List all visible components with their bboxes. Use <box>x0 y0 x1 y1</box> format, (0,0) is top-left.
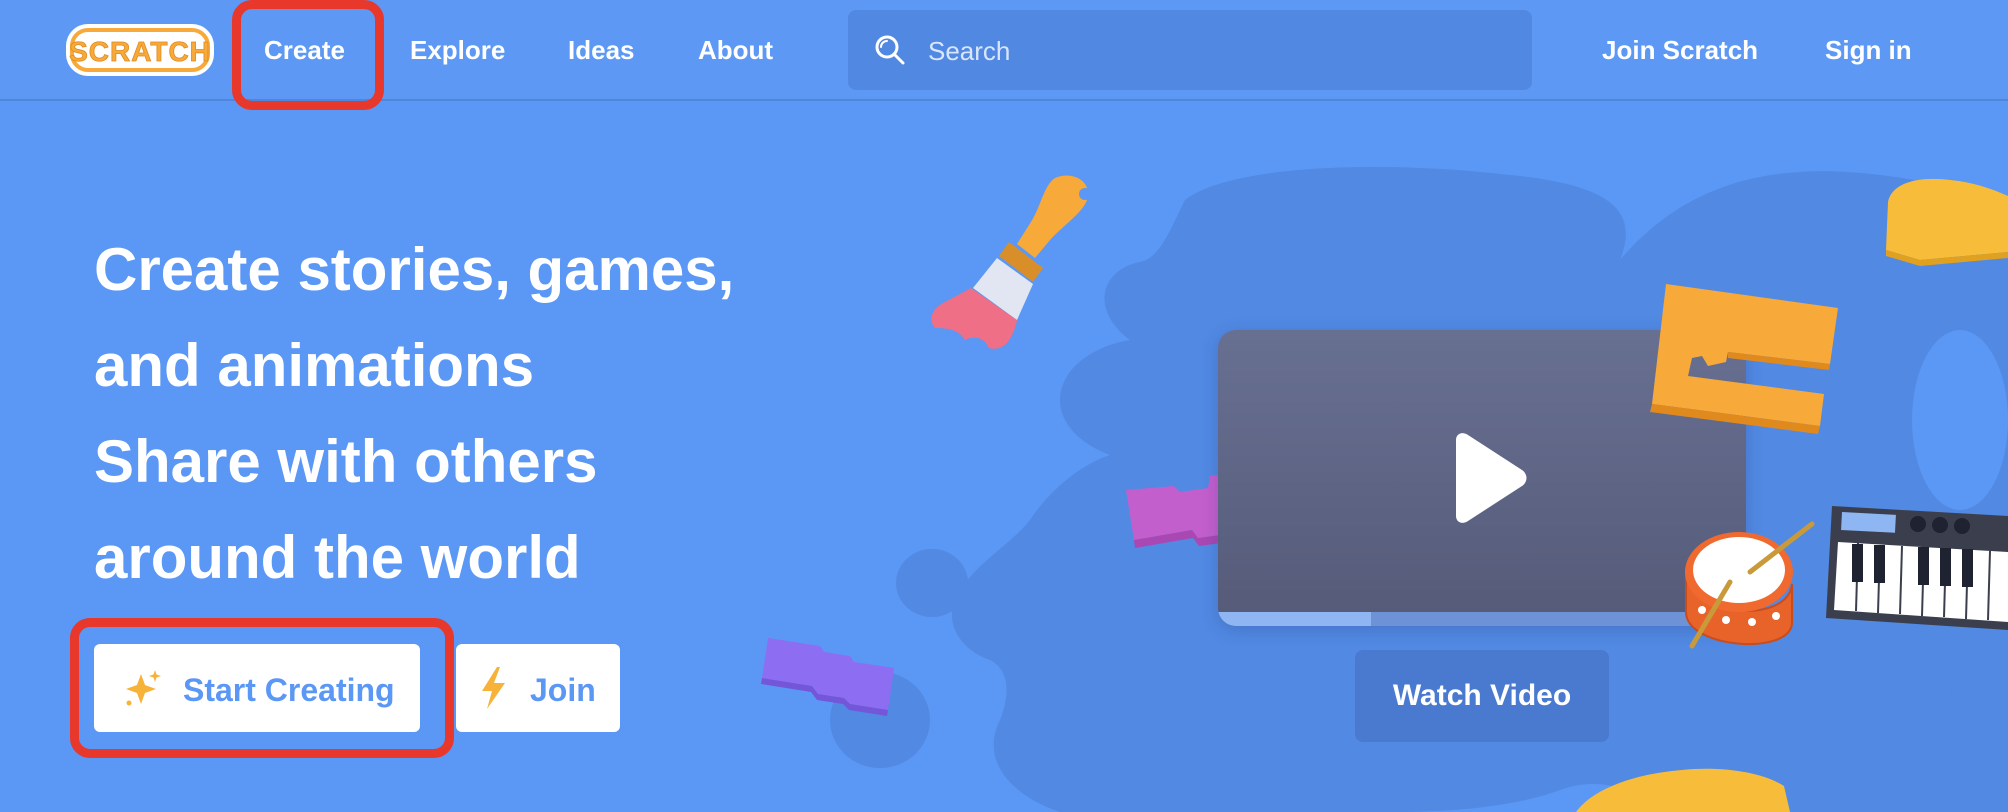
video-progress-fill <box>1218 612 1372 626</box>
yellow-shape-top <box>1886 178 2008 266</box>
scratch-logo-text: SCRATCH <box>69 36 211 67</box>
nav-about-link[interactable]: About <box>698 30 773 70</box>
start-creating-label: Start Creating <box>183 672 395 708</box>
headline-line-1: Create stories, games, <box>94 236 735 303</box>
drum-illustration <box>1685 521 1815 649</box>
search-input[interactable] <box>926 28 1510 74</box>
join-scratch-link[interactable]: Join Scratch <box>1602 30 1758 70</box>
join-button[interactable]: Join <box>456 644 620 732</box>
video-progress-track[interactable] <box>1218 612 1746 626</box>
orange-code-block <box>1650 284 1838 434</box>
sparkle-icon <box>126 670 161 706</box>
purple-code-block <box>761 638 894 716</box>
search-bar[interactable] <box>848 10 1532 90</box>
headline-line-2: and animations <box>94 332 535 399</box>
headline-line-4: around the world <box>94 524 581 591</box>
play-icon[interactable] <box>1444 432 1528 524</box>
sign-in-link[interactable]: Sign in <box>1825 30 1912 70</box>
search-icon <box>875 35 905 65</box>
join-button-label: Join <box>530 672 596 708</box>
scratch-logo[interactable]: SCRATCH <box>64 20 216 80</box>
nav-ideas-link[interactable]: Ideas <box>568 30 635 70</box>
nav-create-link[interactable]: Create <box>264 30 345 70</box>
lightning-icon <box>482 667 505 709</box>
keyboard-illustration <box>1826 506 2008 630</box>
nav-explore-link[interactable]: Explore <box>410 30 505 70</box>
hero-headline: Create stories, games, and animations Sh… <box>94 222 854 606</box>
yellow-shape-bottom <box>1576 768 1790 812</box>
paintbrush-illustration <box>931 175 1091 349</box>
watch-video-button[interactable]: Watch Video <box>1355 650 1609 742</box>
start-creating-button[interactable]: Start Creating <box>94 644 420 732</box>
headline-line-3: Share with others <box>94 428 598 495</box>
top-nav: SCRATCH Create Explore Ideas About Join … <box>0 0 2008 101</box>
